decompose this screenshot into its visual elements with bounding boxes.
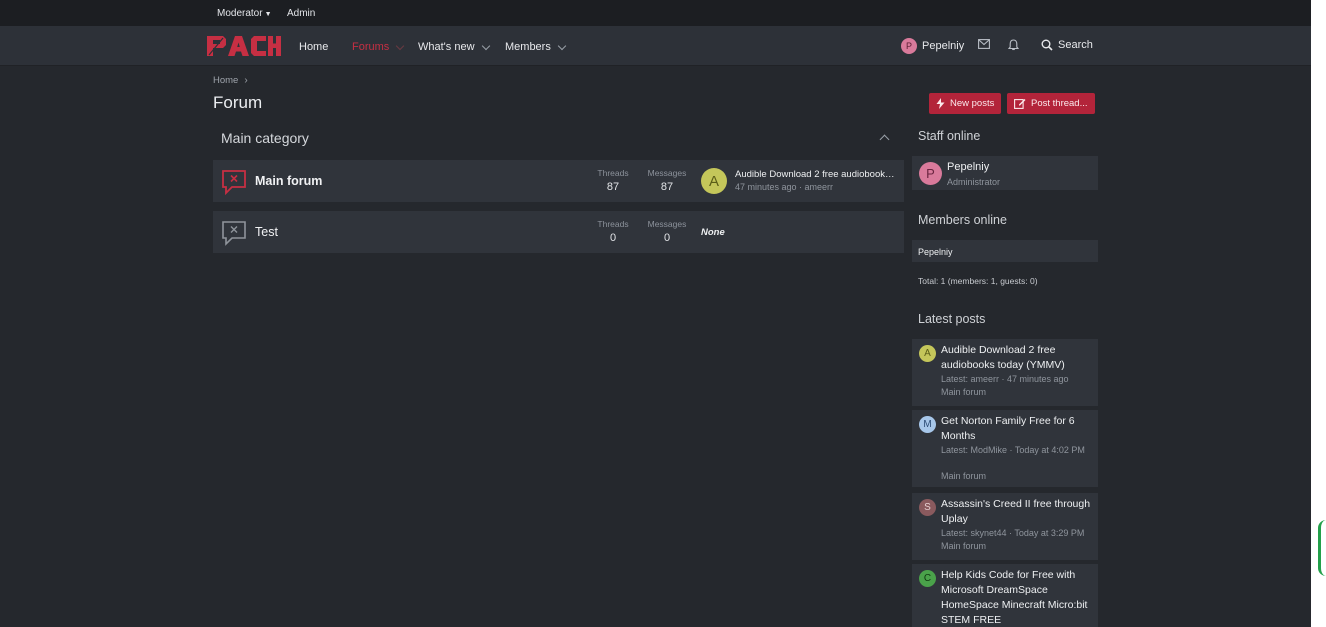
latest-posts-title: Latest posts [918, 312, 986, 326]
forum-unread-icon [221, 169, 247, 200]
post-title[interactable]: Assassin's Creed II free through Uplay [941, 497, 1093, 527]
post-title[interactable]: Help Kids Code for Free with Microsoft D… [941, 568, 1093, 627]
breadcrumb: Home › [213, 75, 248, 86]
nav-whats-new[interactable]: What's new [418, 41, 490, 53]
new-posts-button[interactable]: New posts [929, 93, 1002, 114]
avatar[interactable]: A [919, 345, 936, 362]
avatar[interactable]: S [919, 499, 936, 516]
avatar[interactable]: C [919, 570, 936, 587]
moderator-label: Moderator [217, 8, 263, 19]
messages-label: Messages [647, 168, 687, 178]
new-posts-label: New posts [950, 98, 995, 109]
threads-label: Threads [597, 168, 629, 178]
search-icon [1041, 39, 1053, 51]
main-navbar: Home Forums What's new Members P Pepelni… [0, 26, 1311, 66]
nav-whats-new-label: What's new [418, 41, 475, 53]
alerts-button[interactable] [1008, 39, 1019, 51]
latest-post-title[interactable]: Audible Download 2 free audiobooks today… [735, 169, 897, 180]
threads-stat: Threads 87 [591, 168, 635, 193]
category-header[interactable]: Main category [213, 122, 904, 154]
edit-icon [1014, 99, 1026, 109]
username-label: Pepelniy [922, 40, 965, 52]
breadcrumb-home[interactable]: Home [213, 75, 238, 86]
avatar[interactable]: P [919, 162, 942, 185]
messages-count: 0 [663, 232, 671, 244]
post-meta: Latest: ModMike · Today at 4:02 PM [941, 445, 1085, 455]
bolt-icon [936, 98, 945, 109]
messages-stat: Messages 0 [645, 219, 689, 244]
latest-post-item: A Audible Download 2 free audiobooks tod… [912, 339, 1098, 406]
forum-row: Test Threads 0 Messages 0 None [213, 211, 904, 253]
avatar[interactable]: A [701, 168, 727, 194]
inbox-button[interactable] [978, 39, 990, 49]
online-total: Total: 1 (members: 1, guests: 0) [918, 276, 1038, 286]
chevron-right-icon: › [244, 75, 248, 86]
online-member[interactable]: Pepelniy [918, 247, 953, 257]
post-thread-button[interactable]: Post thread... [1007, 93, 1095, 114]
site-logo[interactable] [207, 34, 281, 63]
staff-role: Administrator [947, 177, 1001, 187]
scroll-indicator [1318, 520, 1326, 576]
moderator-menu[interactable]: Moderator ▼ [217, 8, 272, 19]
post-forum[interactable]: Main forum [941, 386, 1093, 399]
threads-stat: Threads 0 [591, 219, 635, 244]
latest-post-item: M Get Norton Family Free for 6 Months La… [912, 410, 1098, 487]
messages-label: Messages [647, 219, 687, 229]
nav-forums-label: Forums [352, 41, 390, 53]
search-button[interactable]: Search [1041, 39, 1093, 51]
latest-post-item: S Assassin's Creed II free through Uplay… [912, 493, 1098, 560]
envelope-icon [978, 39, 990, 49]
nav-forums[interactable]: Forums [352, 41, 405, 53]
threads-count: 0 [609, 232, 617, 244]
user-avatar: P [901, 38, 917, 54]
post-meta: Latest: skynet44 · Today at 3:29 PM [941, 528, 1085, 538]
staff-name[interactable]: Pepelniy [947, 161, 989, 173]
search-label: Search [1058, 39, 1093, 51]
forum-row: Main forum Threads 87 Messages 87 A Audi… [213, 160, 904, 202]
threads-count: 87 [606, 181, 620, 193]
forum-read-icon [221, 220, 247, 251]
caret-down-icon: ▼ [264, 11, 272, 18]
logo-graphic [207, 36, 281, 56]
post-forum[interactable]: Main forum [941, 540, 1093, 553]
admin-link[interactable]: Admin [287, 8, 315, 19]
post-title[interactable]: Get Norton Family Free for 6 Months [941, 414, 1093, 444]
post-title[interactable]: Audible Download 2 free audiobooks today… [941, 343, 1093, 373]
chevron-down-icon [396, 41, 405, 50]
post-thread-label: Post thread... [1031, 98, 1088, 109]
members-online-title[interactable]: Members online [918, 213, 1007, 227]
latest-post-meta: 47 minutes ago · ameerr [735, 182, 834, 192]
post-meta: Latest: ameerr · 47 minutes ago [941, 374, 1069, 384]
staff-bar: Moderator ▼ Admin [0, 0, 1311, 26]
threads-label: Threads [597, 219, 629, 229]
nav-home-label: Home [299, 41, 329, 53]
collapse-icon[interactable] [879, 134, 890, 145]
messages-count: 87 [660, 181, 674, 193]
staff-online-title: Staff online [918, 129, 981, 143]
messages-stat: Messages 87 [645, 168, 689, 193]
forum-title[interactable]: Main forum [255, 174, 322, 188]
chevron-down-icon [557, 41, 567, 50]
members-online-block: Pepelniy [912, 240, 1098, 262]
avatar[interactable]: M [919, 416, 936, 433]
latest-post-item: C Help Kids Code for Free with Microsoft… [912, 564, 1098, 627]
post-forum[interactable]: Main forum [941, 470, 1093, 483]
page-title: Forum [213, 93, 263, 112]
account-menu[interactable]: P Pepelniy [901, 38, 964, 54]
bell-icon [1008, 39, 1019, 51]
nav-home[interactable]: Home [299, 41, 328, 53]
category-title[interactable]: Main category [221, 130, 309, 146]
staff-online-block: P Pepelniy Administrator [912, 156, 1098, 190]
latest-post-none: None [701, 227, 725, 238]
forum-title[interactable]: Test [255, 225, 278, 239]
chevron-down-icon [481, 41, 490, 50]
nav-members[interactable]: Members [505, 41, 567, 53]
nav-members-label: Members [505, 41, 551, 53]
